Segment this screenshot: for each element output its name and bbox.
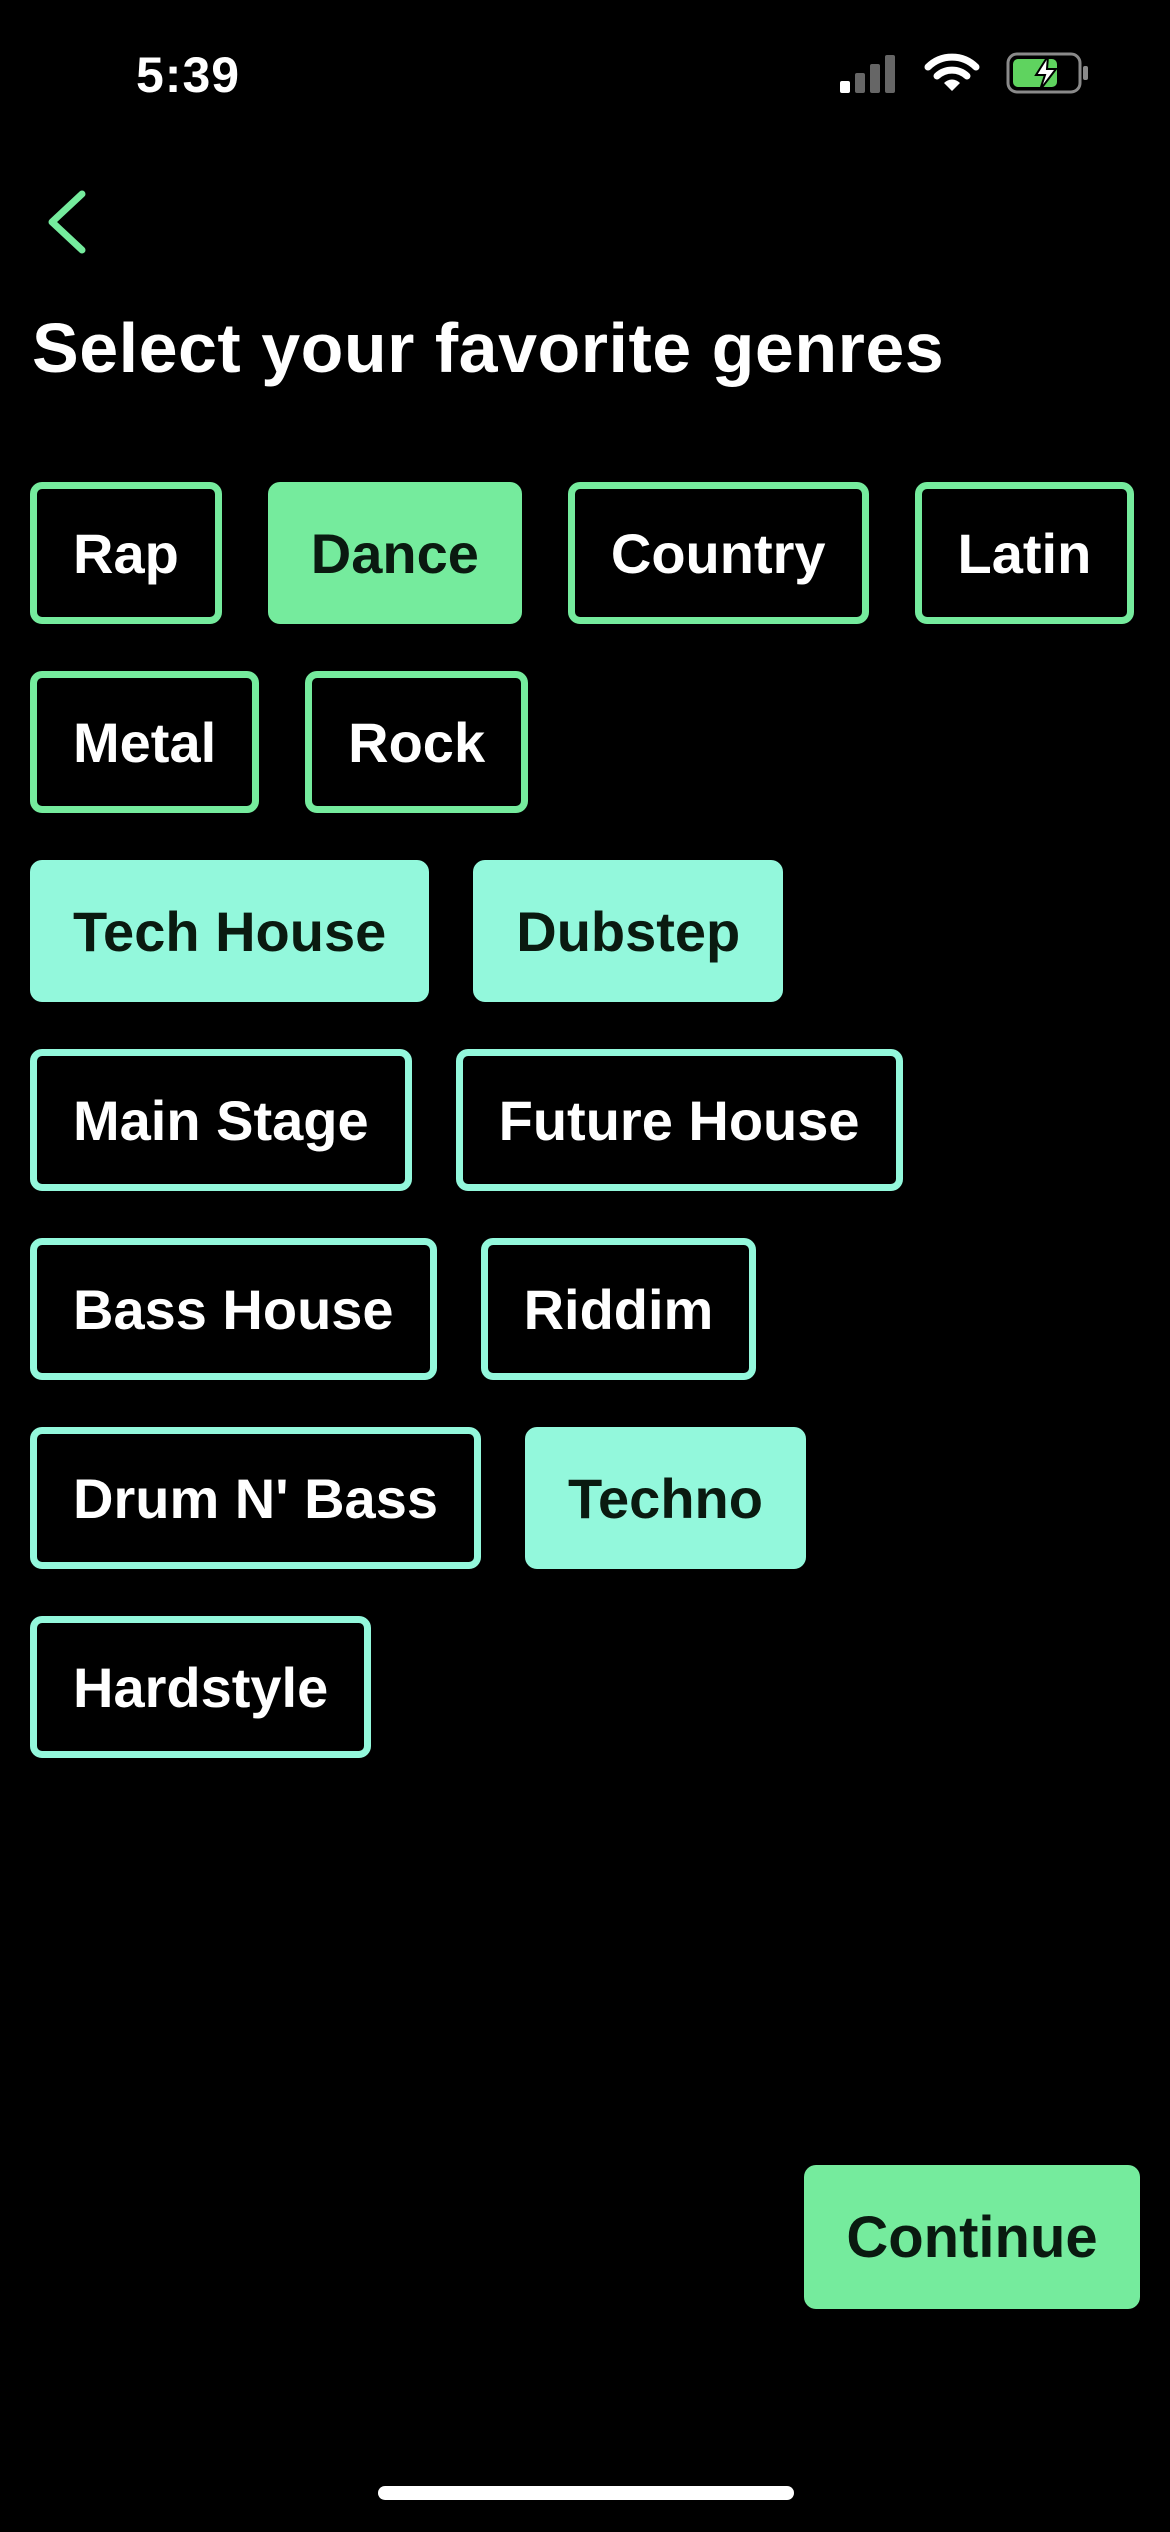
status-bar: 5:39 [0,0,1170,150]
genre-chip-rap[interactable]: Rap [30,482,222,624]
cellular-signal-icon [838,53,898,98]
genre-row: Tech House Dubstep [30,860,1140,1002]
genre-chip-future-house[interactable]: Future House [455,1049,903,1191]
genre-chip-country[interactable]: Country [567,482,869,624]
genre-chip-tech-house[interactable]: Tech House [30,860,430,1002]
genre-chip-rock[interactable]: Rock [305,671,529,813]
genre-row: Metal Rock [30,671,1140,813]
continue-button[interactable]: Continue [804,2165,1140,2309]
home-indicator[interactable] [378,2486,794,2500]
chevron-left-icon [44,190,88,259]
genre-row: Bass House Riddim [30,1238,1140,1380]
genre-list: Rap Dance Country Latin Metal Rock Tech … [30,482,1140,1805]
genre-chip-hardstyle[interactable]: Hardstyle [30,1616,372,1758]
status-icons [838,52,1090,99]
genre-row: Main Stage Future House [30,1049,1140,1191]
genre-chip-dance[interactable]: Dance [267,482,522,624]
genre-row: Drum N' Bass Techno [30,1427,1140,1569]
battery-charging-icon [1006,52,1090,99]
genre-chip-bass-house[interactable]: Bass House [30,1238,437,1380]
genre-chip-metal[interactable]: Metal [30,671,260,813]
genre-row: Rap Dance Country Latin [30,482,1140,624]
genre-chip-main-stage[interactable]: Main Stage [30,1049,412,1191]
genre-row: Hardstyle [30,1616,1140,1758]
genre-chip-latin[interactable]: Latin [914,482,1135,624]
genre-chip-dubstep[interactable]: Dubstep [473,860,784,1002]
back-button[interactable] [36,184,96,264]
page-title: Select your favorite genres [32,309,945,387]
genre-chip-drum-n-bass[interactable]: Drum N' Bass [30,1427,481,1569]
genre-chip-riddim[interactable]: Riddim [480,1238,757,1380]
wifi-icon [924,53,980,98]
status-time: 5:39 [136,47,241,103]
genre-chip-techno[interactable]: Techno [524,1427,806,1569]
